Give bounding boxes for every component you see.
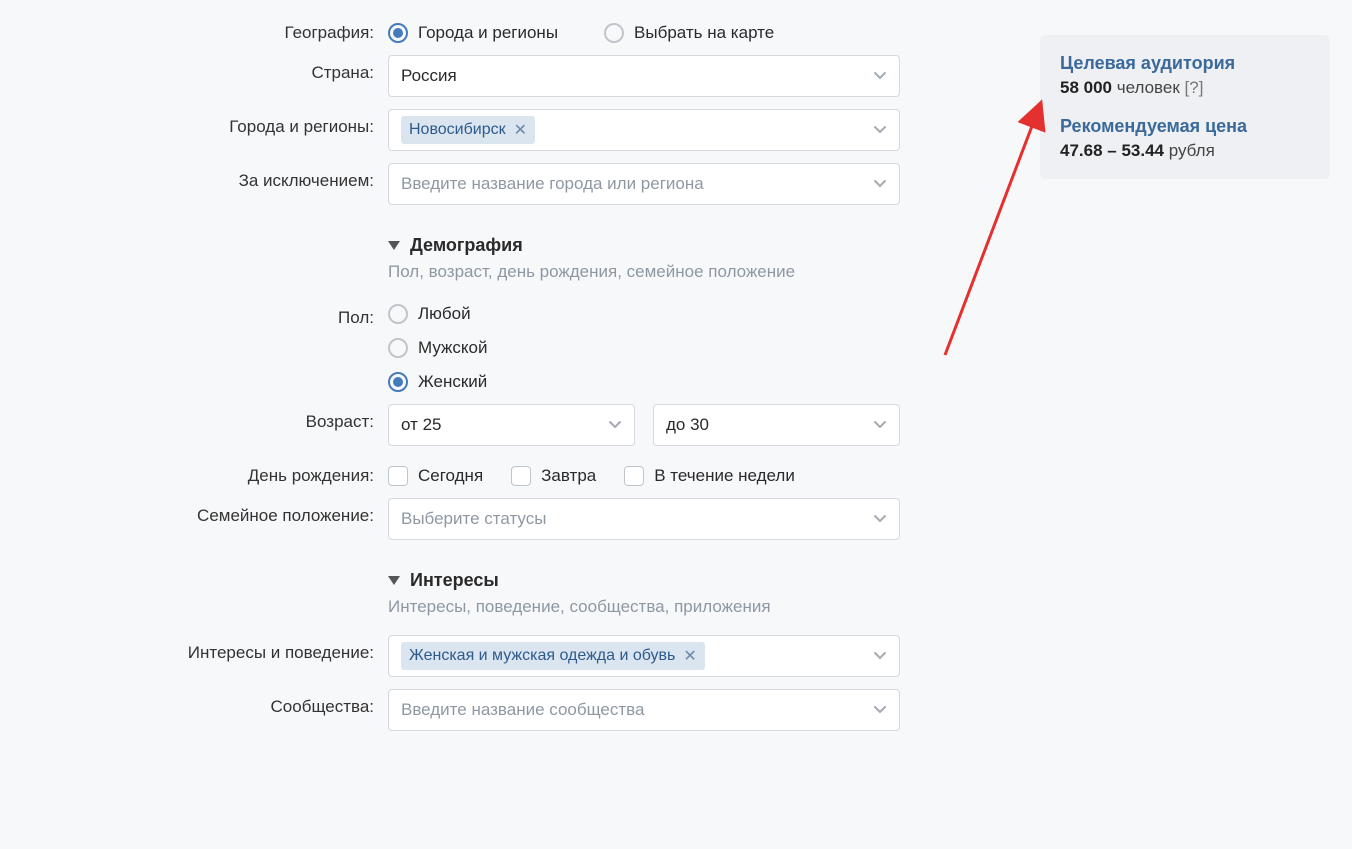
- remove-icon[interactable]: ✕: [514, 120, 527, 140]
- gender-radios: Любой Мужской Женский: [388, 300, 900, 392]
- exclude-select[interactable]: Введите название города или региона: [388, 163, 900, 205]
- row-communities: Сообщества: Введите название сообщества: [130, 689, 900, 731]
- audience-line: 58 000 человек [?]: [1060, 78, 1310, 98]
- label-cities: Города и регионы:: [130, 109, 388, 137]
- section-title: Интересы: [410, 570, 499, 591]
- price-unit: рубля: [1169, 141, 1215, 160]
- label-communities: Сообщества:: [130, 689, 388, 717]
- age-range: от 25 до 30: [388, 404, 900, 446]
- row-country: Страна: Россия: [130, 55, 900, 97]
- price-title: Рекомендуемая цена: [1060, 116, 1310, 137]
- interests-behavior-select[interactable]: Женская и мужская одежда и обувь ✕: [388, 635, 900, 677]
- radio-label: Женский: [418, 372, 487, 392]
- city-chip: Новосибирск ✕: [401, 116, 535, 144]
- country-value: Россия: [401, 66, 457, 86]
- marital-select[interactable]: Выберите статусы: [388, 498, 900, 540]
- age-from-select[interactable]: от 25: [388, 404, 635, 446]
- marital-placeholder: Выберите статусы: [401, 509, 546, 529]
- radio-female[interactable]: Женский: [388, 372, 900, 392]
- radio-male[interactable]: Мужской: [388, 338, 900, 358]
- check-today[interactable]: Сегодня: [388, 466, 483, 486]
- section-demography-subtitle: Пол, возраст, день рождения, семейное по…: [388, 262, 900, 282]
- radio-select-on-map[interactable]: Выбрать на карте: [604, 23, 774, 43]
- triangle-down-icon: [388, 576, 400, 585]
- audience-unit: человек: [1117, 78, 1180, 97]
- row-interests-behavior: Интересы и поведение: Женская и мужская …: [130, 635, 900, 677]
- radio-icon: [388, 372, 408, 392]
- chevron-down-icon: [873, 120, 887, 140]
- price-line: 47.68 – 53.44 рубля: [1060, 141, 1310, 161]
- chevron-down-icon: [873, 174, 887, 194]
- exclude-placeholder: Введите название города или региона: [401, 174, 704, 194]
- checkbox-icon: [511, 466, 531, 486]
- check-label: Завтра: [541, 466, 596, 486]
- section-demography[interactable]: Демография: [388, 235, 900, 256]
- cities-select[interactable]: Новосибирск ✕: [388, 109, 900, 151]
- row-marital: Семейное положение: Выберите статусы: [130, 498, 900, 540]
- chevron-down-icon: [608, 415, 622, 435]
- label-gender: Пол:: [130, 300, 388, 328]
- radio-icon: [604, 23, 624, 43]
- radio-label: Мужской: [418, 338, 488, 358]
- radio-icon: [388, 23, 408, 43]
- label-geography: География:: [130, 15, 388, 43]
- row-gender: Пол: Любой Мужской Женский: [130, 300, 900, 392]
- targeting-form: География: Города и регионы Выбрать на к…: [130, 15, 900, 743]
- price-range: 47.68 – 53.44: [1060, 141, 1164, 160]
- audience-panel: Целевая аудитория 58 000 человек [?] Рек…: [1040, 35, 1330, 179]
- label-age: Возраст:: [130, 404, 388, 432]
- chip-text: Женская и мужская одежда и обувь: [409, 647, 675, 665]
- check-tomorrow[interactable]: Завтра: [511, 466, 596, 486]
- remove-icon[interactable]: ✕: [683, 646, 696, 666]
- help-icon[interactable]: [?]: [1185, 78, 1204, 97]
- chevron-down-icon: [873, 415, 887, 435]
- check-label: В течение недели: [654, 466, 795, 486]
- section-interests[interactable]: Интересы: [388, 570, 900, 591]
- geography-radios: Города и регионы Выбрать на карте: [388, 15, 900, 43]
- chevron-down-icon: [873, 646, 887, 666]
- radio-label: Любой: [418, 304, 471, 324]
- label-marital: Семейное положение:: [130, 498, 388, 526]
- chevron-down-icon: [873, 700, 887, 720]
- label-exclude: За исключением:: [130, 163, 388, 191]
- chip-text: Новосибирск: [409, 121, 506, 139]
- row-geography: География: Города и регионы Выбрать на к…: [130, 15, 900, 43]
- row-age: Возраст: от 25 до 30: [130, 404, 900, 446]
- row-birthday: День рождения: Сегодня Завтра В течение …: [130, 458, 900, 486]
- row-cities: Города и регионы: Новосибирск ✕: [130, 109, 900, 151]
- label-country: Страна:: [130, 55, 388, 83]
- section-interests-subtitle: Интересы, поведение, сообщества, приложе…: [388, 597, 900, 617]
- chevron-down-icon: [873, 66, 887, 86]
- communities-select[interactable]: Введите название сообщества: [388, 689, 900, 731]
- label-birthday: День рождения:: [130, 458, 388, 486]
- audience-title: Целевая аудитория: [1060, 53, 1310, 74]
- check-label: Сегодня: [418, 466, 483, 486]
- radio-icon: [388, 304, 408, 324]
- birthday-checks: Сегодня Завтра В течение недели: [388, 458, 900, 486]
- section-title: Демография: [410, 235, 523, 256]
- age-to-value: до 30: [666, 415, 709, 435]
- radio-label: Города и регионы: [418, 23, 558, 43]
- triangle-down-icon: [388, 241, 400, 250]
- check-within-week[interactable]: В течение недели: [624, 466, 795, 486]
- label-interests-behavior: Интересы и поведение:: [130, 635, 388, 663]
- age-to-select[interactable]: до 30: [653, 404, 900, 446]
- radio-any[interactable]: Любой: [388, 304, 900, 324]
- radio-cities-regions[interactable]: Города и регионы: [388, 23, 558, 43]
- chevron-down-icon: [873, 509, 887, 529]
- audience-count: 58 000: [1060, 78, 1112, 97]
- radio-label: Выбрать на карте: [634, 23, 774, 43]
- checkbox-icon: [624, 466, 644, 486]
- row-exclude: За исключением: Введите название города …: [130, 163, 900, 205]
- checkbox-icon: [388, 466, 408, 486]
- age-from-value: от 25: [401, 415, 442, 435]
- country-select[interactable]: Россия: [388, 55, 900, 97]
- radio-icon: [388, 338, 408, 358]
- communities-placeholder: Введите название сообщества: [401, 700, 644, 720]
- interest-chip: Женская и мужская одежда и обувь ✕: [401, 642, 705, 670]
